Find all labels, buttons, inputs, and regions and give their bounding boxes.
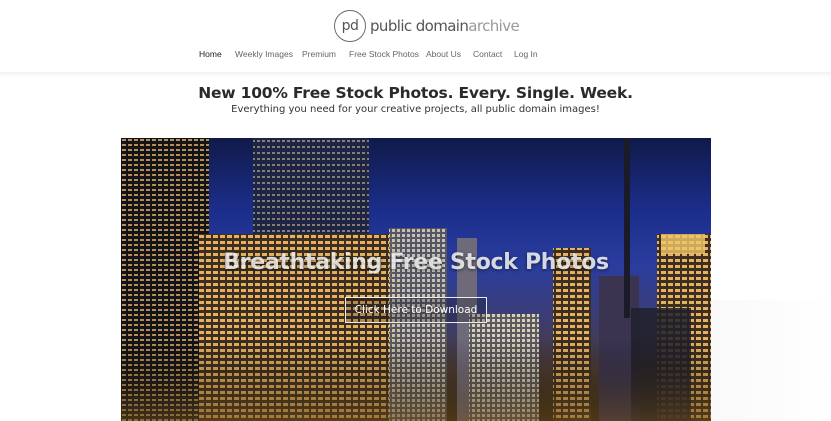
nav-item-premium[interactable]: Premium (302, 46, 336, 62)
logo-name: public domain (370, 17, 469, 35)
logo-mark: pd (334, 10, 366, 42)
logo-wordmark: public domainarchive (370, 17, 520, 35)
hero-title: Breathtaking Free Stock Photos (223, 250, 609, 275)
page-subheadline: Everything you need for your creative pr… (231, 104, 600, 115)
nav-item-home[interactable]: Home (199, 46, 222, 62)
nav-item-about-us[interactable]: About Us (426, 46, 461, 62)
main-nav: Home Weekly Images Premium Free Stock Ph… (0, 46, 831, 62)
page-headline: New 100% Free Stock Photos. Every. Singl… (198, 84, 633, 102)
header-divider (0, 72, 831, 78)
site-logo[interactable]: pd public domainarchive (334, 9, 520, 43)
nav-item-log-in[interactable]: Log In (514, 46, 538, 62)
logo-name-suffix: archive (468, 17, 520, 35)
nav-item-contact[interactable]: Contact (473, 46, 502, 62)
site-header: pd public domainarchive Home Weekly Imag… (0, 0, 831, 72)
page-edge-fade (711, 300, 831, 421)
nav-item-free-stock-photos[interactable]: Free Stock Photos (349, 46, 419, 62)
nav-item-weekly-images[interactable]: Weekly Images (235, 46, 293, 62)
download-button[interactable]: Click Here to Download (345, 297, 487, 323)
hero-banner: Breathtaking Free Stock Photos Click Her… (121, 138, 711, 421)
hero-city-image (121, 138, 711, 421)
